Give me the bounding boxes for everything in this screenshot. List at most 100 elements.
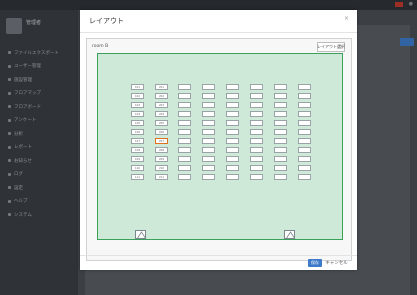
desk[interactable] bbox=[226, 111, 239, 117]
desk[interactable]: 208 bbox=[155, 147, 168, 153]
desk[interactable] bbox=[274, 120, 287, 126]
desk[interactable] bbox=[226, 84, 239, 90]
desk[interactable] bbox=[202, 174, 215, 180]
door-icon bbox=[284, 230, 296, 240]
close-icon[interactable]: × bbox=[344, 15, 349, 22]
desk[interactable]: 111 bbox=[131, 174, 144, 180]
desk[interactable] bbox=[274, 138, 287, 144]
desk[interactable] bbox=[202, 156, 215, 162]
modal-title: レイアウト bbox=[89, 17, 124, 25]
desk[interactable] bbox=[250, 138, 263, 144]
desk[interactable] bbox=[298, 147, 311, 153]
desk[interactable] bbox=[250, 165, 263, 171]
desk[interactable] bbox=[202, 111, 215, 117]
desk[interactable] bbox=[226, 147, 239, 153]
desk[interactable] bbox=[274, 129, 287, 135]
desk[interactable] bbox=[202, 84, 215, 90]
desk[interactable] bbox=[202, 102, 215, 108]
desk[interactable] bbox=[250, 84, 263, 90]
desk[interactable] bbox=[250, 102, 263, 108]
desk[interactable] bbox=[226, 165, 239, 171]
desk[interactable]: 205 bbox=[155, 120, 168, 126]
save-button[interactable]: 保存 bbox=[308, 259, 322, 267]
desk[interactable] bbox=[250, 147, 263, 153]
desk[interactable]: 106 bbox=[131, 129, 144, 135]
floor-plan: 101 102 103 104 105 106 107 108 109 110 111 201 202 2… bbox=[97, 53, 343, 240]
desk[interactable] bbox=[178, 165, 191, 171]
desk[interactable] bbox=[298, 93, 311, 99]
desk[interactable] bbox=[178, 129, 191, 135]
desk[interactable] bbox=[178, 156, 191, 162]
desk[interactable] bbox=[298, 165, 311, 171]
desk[interactable]: 206 bbox=[155, 129, 168, 135]
desk[interactable]: 101 bbox=[131, 84, 144, 90]
desk[interactable] bbox=[274, 165, 287, 171]
desk[interactable]: 204 bbox=[155, 111, 168, 117]
desk[interactable] bbox=[178, 174, 191, 180]
desk[interactable] bbox=[202, 129, 215, 135]
desk[interactable] bbox=[202, 165, 215, 171]
desk[interactable] bbox=[274, 174, 287, 180]
desk[interactable]: 109 bbox=[131, 156, 144, 162]
desk[interactable] bbox=[202, 138, 215, 144]
cancel-button[interactable]: キャンセル bbox=[324, 259, 349, 267]
desk[interactable]: 102 bbox=[131, 93, 144, 99]
layout-modal: レイアウト × room B レイアウト選択 101 102 103 104 105 10… bbox=[80, 10, 357, 270]
desk[interactable] bbox=[298, 120, 311, 126]
desk[interactable] bbox=[274, 111, 287, 117]
desk[interactable]: 105 bbox=[131, 120, 144, 126]
desk[interactable] bbox=[226, 129, 239, 135]
desk[interactable] bbox=[250, 129, 263, 135]
desk[interactable]: 107 bbox=[131, 138, 144, 144]
desk[interactable] bbox=[250, 174, 263, 180]
desk[interactable] bbox=[202, 93, 215, 99]
desk[interactable] bbox=[274, 147, 287, 153]
desk[interactable] bbox=[178, 84, 191, 90]
desk[interactable] bbox=[178, 102, 191, 108]
desk[interactable] bbox=[298, 102, 311, 108]
desk[interactable]: 211 bbox=[155, 174, 168, 180]
desk[interactable] bbox=[298, 174, 311, 180]
desk[interactable]: 108 bbox=[131, 147, 144, 153]
desk[interactable] bbox=[298, 156, 311, 162]
desk[interactable]: 210 bbox=[155, 165, 168, 171]
desk[interactable] bbox=[178, 147, 191, 153]
desk[interactable]: 110 bbox=[131, 165, 144, 171]
desk[interactable] bbox=[202, 120, 215, 126]
desk[interactable] bbox=[178, 93, 191, 99]
desk[interactable] bbox=[298, 138, 311, 144]
layout-select-button[interactable]: レイアウト選択 bbox=[317, 42, 345, 52]
desk[interactable] bbox=[226, 93, 239, 99]
desk[interactable]: 207 bbox=[155, 138, 168, 144]
desk[interactable] bbox=[274, 84, 287, 90]
divider bbox=[80, 255, 357, 256]
desk[interactable] bbox=[298, 84, 311, 90]
desk[interactable]: 201 bbox=[155, 84, 168, 90]
layout-panel: room B レイアウト選択 101 102 103 104 105 106 107 108 1… bbox=[86, 38, 352, 261]
divider bbox=[80, 32, 357, 33]
desk[interactable] bbox=[178, 120, 191, 126]
desk[interactable] bbox=[274, 93, 287, 99]
desk[interactable]: 209 bbox=[155, 156, 168, 162]
desk[interactable]: 104 bbox=[131, 111, 144, 117]
desk[interactable] bbox=[274, 156, 287, 162]
desk[interactable] bbox=[202, 147, 215, 153]
desk[interactable] bbox=[298, 111, 311, 117]
desk[interactable] bbox=[178, 111, 191, 117]
desk[interactable] bbox=[274, 102, 287, 108]
desk[interactable]: 202 bbox=[155, 93, 168, 99]
desk[interactable] bbox=[298, 129, 311, 135]
desk[interactable] bbox=[250, 120, 263, 126]
desk[interactable] bbox=[226, 102, 239, 108]
desk[interactable]: 203 bbox=[155, 102, 168, 108]
desk[interactable] bbox=[226, 120, 239, 126]
desk[interactable] bbox=[226, 156, 239, 162]
desk[interactable] bbox=[250, 93, 263, 99]
desk[interactable] bbox=[250, 111, 263, 117]
desk[interactable] bbox=[226, 174, 239, 180]
desk[interactable] bbox=[250, 156, 263, 162]
desk[interactable] bbox=[226, 138, 239, 144]
room-name: room B bbox=[92, 44, 109, 49]
desk[interactable]: 103 bbox=[131, 102, 144, 108]
desk[interactable] bbox=[178, 138, 191, 144]
